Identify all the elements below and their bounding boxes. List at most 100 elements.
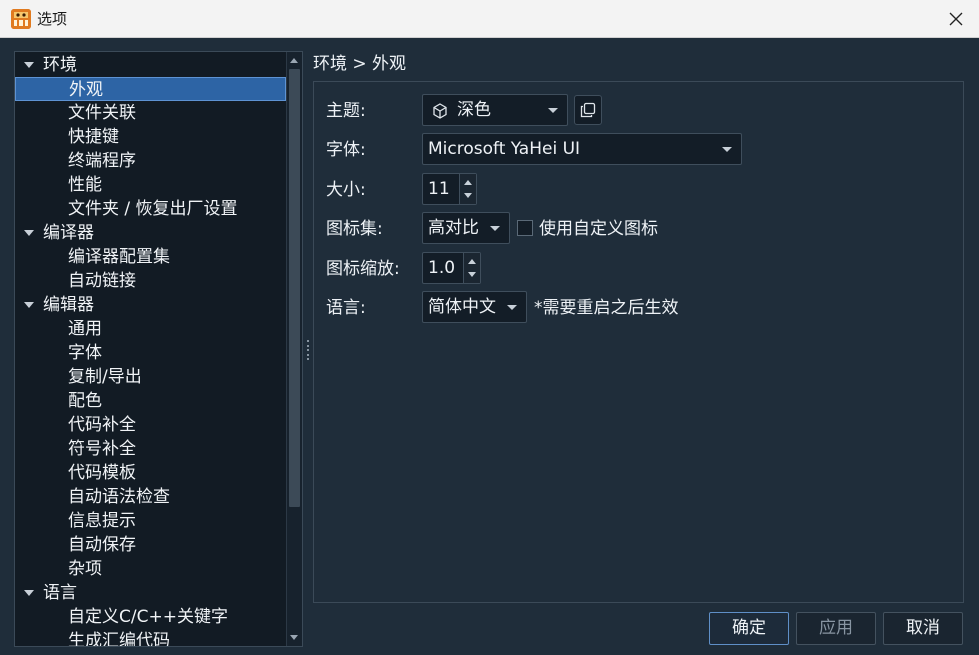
- size-value: 11: [428, 179, 450, 199]
- tree-item-label: 杂项: [68, 559, 102, 579]
- tree-list: 环境外观文件关联快捷键终端程序性能文件夹 / 恢复出厂设置编译器编译器配置集 自动…: [15, 52, 286, 646]
- scroll-up-icon[interactable]: [290, 58, 298, 63]
- icon-set-value: 高对比: [428, 218, 479, 238]
- size-spinbox[interactable]: 11: [422, 173, 477, 205]
- tree-item-label: 生成汇编代码: [68, 631, 170, 646]
- tree-item-label: 终端程序: [68, 151, 136, 171]
- tree-item-label: 编译器: [43, 223, 94, 243]
- tree-item[interactable]: 自动链接: [15, 269, 286, 293]
- font-label: 字体:: [326, 140, 366, 160]
- theme-combo[interactable]: 深色: [422, 94, 568, 126]
- title-bar: 选项: [0, 0, 979, 38]
- language-combo[interactable]: 简体中文: [422, 291, 527, 323]
- chevron-down-icon: [548, 108, 558, 113]
- tree-item-label: 快捷键: [68, 127, 119, 147]
- restart-note: *需要重启之后生效: [534, 298, 679, 318]
- expand-arrow-icon[interactable]: [24, 590, 34, 596]
- tree-item[interactable]: 字体: [15, 341, 286, 365]
- apply-button[interactable]: 应用: [796, 612, 876, 645]
- tree-item-label: 配色: [68, 391, 102, 411]
- tree-item[interactable]: 性能: [15, 173, 286, 197]
- language-label: 语言:: [326, 298, 366, 318]
- tree-item-label: 文件夹 / 恢复出厂设置: [68, 199, 238, 219]
- tree-item[interactable]: 代码补全: [15, 413, 286, 437]
- tree-item[interactable]: 代码模板: [15, 461, 286, 485]
- tree-item-label: 信息提示: [68, 511, 136, 531]
- size-label: 大小:: [326, 180, 366, 200]
- stepper-down-icon[interactable]: [464, 193, 472, 198]
- tree-item[interactable]: 自动语法检查: [15, 485, 286, 509]
- tree-item-label: 文件关联: [68, 103, 136, 123]
- tree-item-label: 自动链接: [68, 271, 136, 291]
- tree-item[interactable]: 快捷键: [15, 125, 286, 149]
- tree-item-label: 性能: [68, 175, 102, 195]
- close-button[interactable]: [941, 4, 971, 34]
- tree-item-label: 代码模板: [68, 463, 136, 483]
- tree-category[interactable]: 环境: [15, 53, 286, 77]
- tree-item-label: 语言: [43, 583, 77, 603]
- icon-zoom-value: 1.0: [428, 258, 456, 278]
- icon-set-combo[interactable]: 高对比: [422, 212, 510, 244]
- tree-item-label: 编译器配置集: [68, 247, 170, 267]
- copy-icon: [580, 102, 596, 118]
- chevron-down-icon: [722, 147, 732, 152]
- tree-item-label: 编辑器: [43, 295, 94, 315]
- tree-item-label: 外观: [69, 80, 103, 100]
- language-value: 简体中文: [428, 297, 496, 317]
- cancel-button[interactable]: 取消: [883, 612, 963, 645]
- stepper-down-icon[interactable]: [468, 272, 476, 277]
- chevron-down-icon: [507, 305, 517, 310]
- tree-category[interactable]: 语言: [15, 581, 286, 605]
- scroll-down-icon[interactable]: [290, 635, 298, 640]
- tree-scrollbar[interactable]: [286, 52, 302, 646]
- tree-category[interactable]: 编辑器: [15, 293, 286, 317]
- icon-zoom-stepper[interactable]: [463, 253, 480, 283]
- icon-set-label: 图标集:: [326, 219, 383, 239]
- stepper-up-icon[interactable]: [468, 259, 476, 264]
- tree-item[interactable]: 编译器配置集: [15, 245, 286, 269]
- tree-item[interactable]: 通用: [15, 317, 286, 341]
- tree-item-label: 自动保存: [68, 535, 136, 555]
- tree-item[interactable]: 生成汇编代码: [15, 629, 286, 646]
- tree-item[interactable]: 外观: [15, 77, 286, 101]
- app-logo-icon: [11, 9, 31, 29]
- theme-value: 深色: [457, 100, 491, 120]
- icon-zoom-label: 图标缩放:: [326, 259, 400, 279]
- cube-icon: [433, 103, 447, 119]
- window-title: 选项: [37, 10, 68, 28]
- expand-arrow-icon[interactable]: [24, 230, 34, 236]
- custom-icon-checkbox[interactable]: [517, 220, 533, 236]
- tree-item[interactable]: 文件关联: [15, 101, 286, 125]
- tree-item[interactable]: 自定义C/C++关键字: [15, 605, 286, 629]
- tree-item-label: 复制/导出: [68, 367, 142, 387]
- tree-item[interactable]: 配色: [15, 389, 286, 413]
- custom-icon-label[interactable]: 使用自定义图标: [539, 217, 658, 241]
- tree-item[interactable]: 符号补全: [15, 437, 286, 461]
- tree-item[interactable]: 信息提示: [15, 509, 286, 533]
- font-combo[interactable]: Microsoft YaHei UI: [422, 133, 742, 165]
- tree-item-label: 字体: [68, 343, 102, 363]
- chevron-down-icon: [490, 226, 500, 231]
- tree-item[interactable]: 自动保存: [15, 533, 286, 557]
- icon-zoom-spinbox[interactable]: 1.0: [422, 252, 481, 284]
- tree-item-label: 自动语法检查: [68, 487, 170, 507]
- panel-splitter[interactable]: [307, 340, 310, 360]
- tree-item-label: 环境: [43, 55, 77, 75]
- tree-item[interactable]: 文件夹 / 恢复出厂设置: [15, 197, 286, 221]
- tree-item-label: 符号补全: [68, 439, 136, 459]
- tree-item[interactable]: 终端程序: [15, 149, 286, 173]
- options-tree[interactable]: 环境外观文件关联快捷键终端程序性能文件夹 / 恢复出厂设置编译器编译器配置集 自动…: [14, 51, 303, 647]
- tree-item-label: 通用: [68, 319, 102, 339]
- tree-category[interactable]: 编译器: [15, 221, 286, 245]
- stepper-up-icon[interactable]: [464, 180, 472, 185]
- expand-arrow-icon[interactable]: [24, 302, 34, 308]
- tree-item-label: 代码补全: [68, 415, 136, 435]
- tree-item-label: 自定义C/C++关键字: [68, 607, 228, 627]
- ok-button[interactable]: 确定: [709, 612, 789, 645]
- tree-item[interactable]: 复制/导出: [15, 365, 286, 389]
- size-stepper[interactable]: [459, 174, 476, 204]
- theme-copy-button[interactable]: [574, 95, 602, 125]
- expand-arrow-icon[interactable]: [24, 62, 34, 68]
- tree-item[interactable]: 杂项: [15, 557, 286, 581]
- scroll-thumb[interactable]: [289, 69, 300, 507]
